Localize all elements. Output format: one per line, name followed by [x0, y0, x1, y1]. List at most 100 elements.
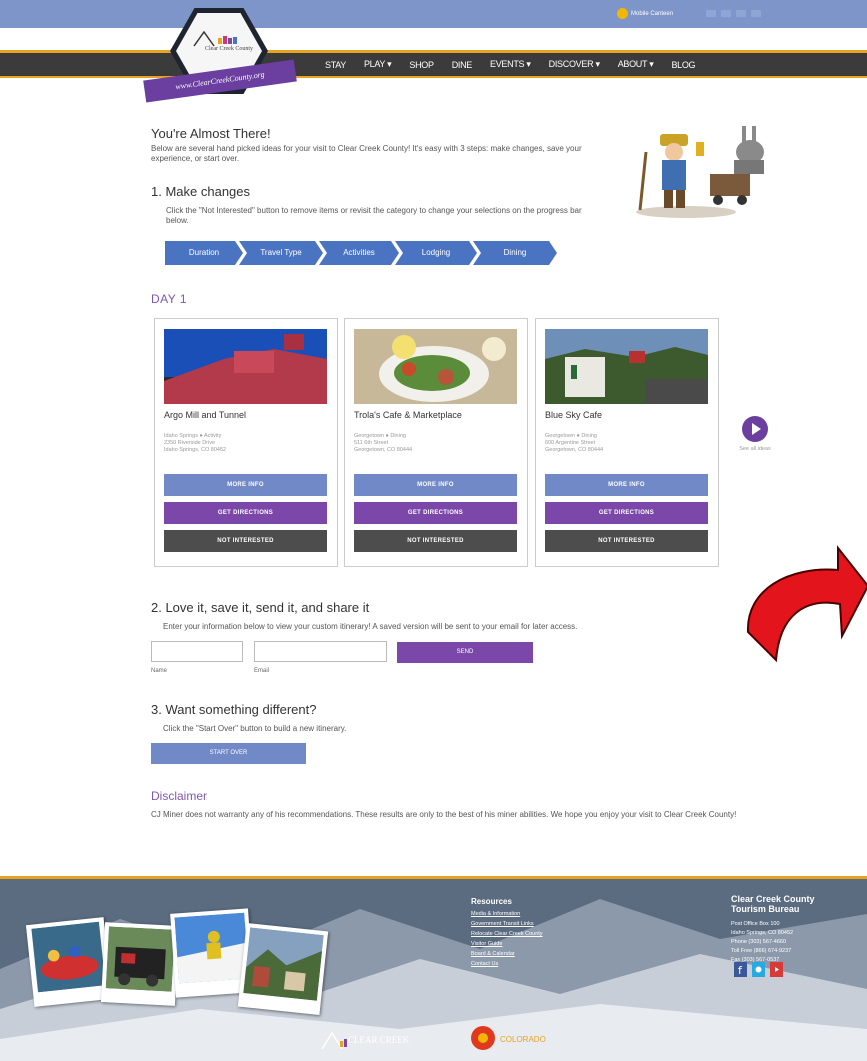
card-photo [164, 329, 327, 404]
card-title: Argo Mill and Tunnel [164, 410, 247, 420]
progress-step-lodging[interactable]: Lodging [395, 241, 477, 265]
card-title: Blue Sky Cafe [545, 410, 603, 420]
disclaimer-title: Disclaimer [151, 789, 208, 803]
card-address-line: Georgetown, CO 80444 [545, 447, 604, 453]
footer-twitter-icon[interactable] [752, 962, 765, 977]
step1-text: Click the "Not Interested" button to rem… [166, 206, 582, 225]
card-address: Idaho Springs ● Activity 2350 Riverside … [164, 433, 226, 454]
nav-item-stay[interactable]: STAY [316, 60, 355, 70]
step2-text: Enter your information below to view you… [163, 622, 578, 631]
mountain-icon [193, 30, 237, 47]
footer-link[interactable]: Government Transit Links [471, 921, 534, 927]
card-photo [354, 329, 517, 404]
footer-youtube-icon[interactable] [770, 962, 783, 977]
page-title: You're Almost There! [151, 126, 271, 141]
bureau-address: Post Office Box 100 Idaho Springs, CO 80… [731, 920, 793, 965]
card-address-line: 511 6th Street [354, 440, 389, 446]
footer-logo-text[interactable]: CLEAR CREEK [348, 1035, 409, 1045]
more-info-button[interactable]: MORE INFO [354, 474, 517, 496]
pinterest-icon[interactable] [751, 10, 761, 17]
footer-link[interactable]: Visitor Guide [471, 941, 502, 947]
card-address-line: Georgetown ● Dining [545, 433, 597, 439]
red-curved-arrow-icon [746, 545, 867, 663]
footer-link[interactable]: Relocate Clear Creek County [471, 931, 543, 937]
not-interested-button[interactable]: NOT INTERESTED [545, 530, 708, 552]
card-address-line: 2350 Riverside Drive [164, 440, 216, 446]
step2-title: 2. Love it, save it, send it, and share … [151, 600, 370, 615]
miner-mascot-illustration [636, 126, 764, 218]
colorado-logo-icon [471, 1026, 495, 1050]
footer-facebook-icon[interactable]: f [734, 962, 747, 977]
progress-step-activities[interactable]: Activities [319, 241, 399, 265]
card-address: Georgetown ● Dining 600 Argentine Street… [545, 433, 603, 454]
skier-photo [174, 912, 249, 984]
town-photo [243, 927, 324, 1001]
footer-photo [100, 922, 180, 1006]
mobile-icon [617, 8, 628, 19]
top-social-icons [706, 10, 761, 17]
twitter-icon[interactable] [721, 10, 731, 17]
not-interested-button[interactable]: NOT INTERESTED [164, 530, 327, 552]
start-over-button[interactable]: START OVER [151, 743, 306, 764]
not-interested-button[interactable]: NOT INTERESTED [354, 530, 517, 552]
bureau-title: Clear Creek County Tourism Bureau [731, 894, 815, 914]
nav-item-events[interactable]: EVENTS ▾ [481, 59, 540, 70]
step3-text: Click the "Start Over" button to build a… [163, 724, 347, 733]
email-input[interactable] [254, 641, 387, 662]
bureau-line: Phone (303) 567-4660 [731, 939, 787, 945]
intro-text: Below are several hand picked ideas for … [151, 144, 582, 163]
mobile-link[interactable]: Mobile Canteen [617, 8, 673, 19]
footer-link[interactable]: Media & Information [471, 911, 520, 917]
partner-logo-text[interactable]: COLORADO [500, 1035, 546, 1044]
card-address: Georgetown ● Dining 511 6th Street Georg… [354, 433, 412, 454]
site-logo[interactable]: Clear Creek County www.ClearCreekCounty.… [143, 8, 304, 108]
main-nav: STAY PLAY ▾ SHOP DINE EVENTS ▾ DISCOVER … [316, 53, 704, 76]
progress-step-dining[interactable]: Dining [473, 241, 557, 265]
itinerary-card: Trola's Cafe & Marketplace Georgetown ● … [344, 318, 528, 567]
youtube-icon[interactable] [736, 10, 746, 17]
disclaimer-text: CJ Miner does not warranty any of his re… [151, 810, 737, 819]
card-address-line: Idaho Springs, CO 80452 [164, 447, 227, 453]
get-directions-button[interactable]: GET DIRECTIONS [164, 502, 327, 524]
get-directions-button[interactable]: GET DIRECTIONS [545, 502, 708, 524]
get-directions-button[interactable]: GET DIRECTIONS [354, 502, 517, 524]
day-title: DAY 1 [151, 292, 188, 306]
main-nav-bar: STAY PLAY ▾ SHOP DINE EVENTS ▾ DISCOVER … [0, 50, 867, 78]
more-info-button[interactable]: MORE INFO [164, 474, 327, 496]
next-arrow-button[interactable] [742, 416, 768, 442]
step1-title: 1. Make changes [151, 184, 251, 199]
card-address-line: Georgetown, CO 80444 [354, 447, 413, 453]
progress-step-duration[interactable]: Duration [165, 241, 243, 265]
more-info-button[interactable]: MORE INFO [545, 474, 708, 496]
footer-photo [237, 922, 329, 1016]
logo-name: Clear Creek County [205, 46, 253, 52]
resources-title: Resources [471, 897, 512, 906]
nav-item-play[interactable]: PLAY ▾ [355, 59, 400, 70]
nav-item-discover[interactable]: DISCOVER ▾ [540, 59, 609, 70]
next-label: See all ideas [739, 446, 771, 452]
name-label: Name [151, 668, 168, 674]
card-address-line: 600 Argentine Street [545, 440, 596, 446]
itinerary-card: Blue Sky Cafe Georgetown ● Dining 600 Ar… [535, 318, 719, 567]
bureau-line: Toll Free (866) 674-9237 [731, 948, 792, 954]
send-button[interactable]: SEND [397, 642, 533, 663]
card-photo [545, 329, 708, 404]
card-address-line: Idaho Springs ● Activity [164, 433, 222, 439]
nav-item-blog[interactable]: BLOG [662, 60, 704, 70]
train-photo [105, 926, 175, 992]
mobile-link-label: Mobile Canteen [631, 10, 674, 17]
facebook-icon[interactable] [706, 10, 716, 17]
progress-bar: Duration Travel Type Activities Lodging … [165, 241, 553, 265]
email-label: Email [254, 668, 270, 674]
progress-step-travel-type[interactable]: Travel Type [239, 241, 323, 265]
nav-item-shop[interactable]: SHOP [400, 60, 442, 70]
footer-mountain-logo-icon [321, 1031, 347, 1050]
nav-item-dine[interactable]: DINE [443, 60, 481, 70]
footer-link[interactable]: Board & Calendar [471, 951, 515, 957]
name-input[interactable] [151, 641, 243, 662]
bureau-line: Idaho Springs, CO 80452 [731, 930, 794, 936]
card-address-line: Georgetown ● Dining [354, 433, 406, 439]
footer-link[interactable]: Contact Us [471, 961, 498, 967]
nav-item-about[interactable]: ABOUT ▾ [609, 59, 663, 70]
itinerary-card: Argo Mill and Tunnel Idaho Springs ● Act… [154, 318, 338, 567]
